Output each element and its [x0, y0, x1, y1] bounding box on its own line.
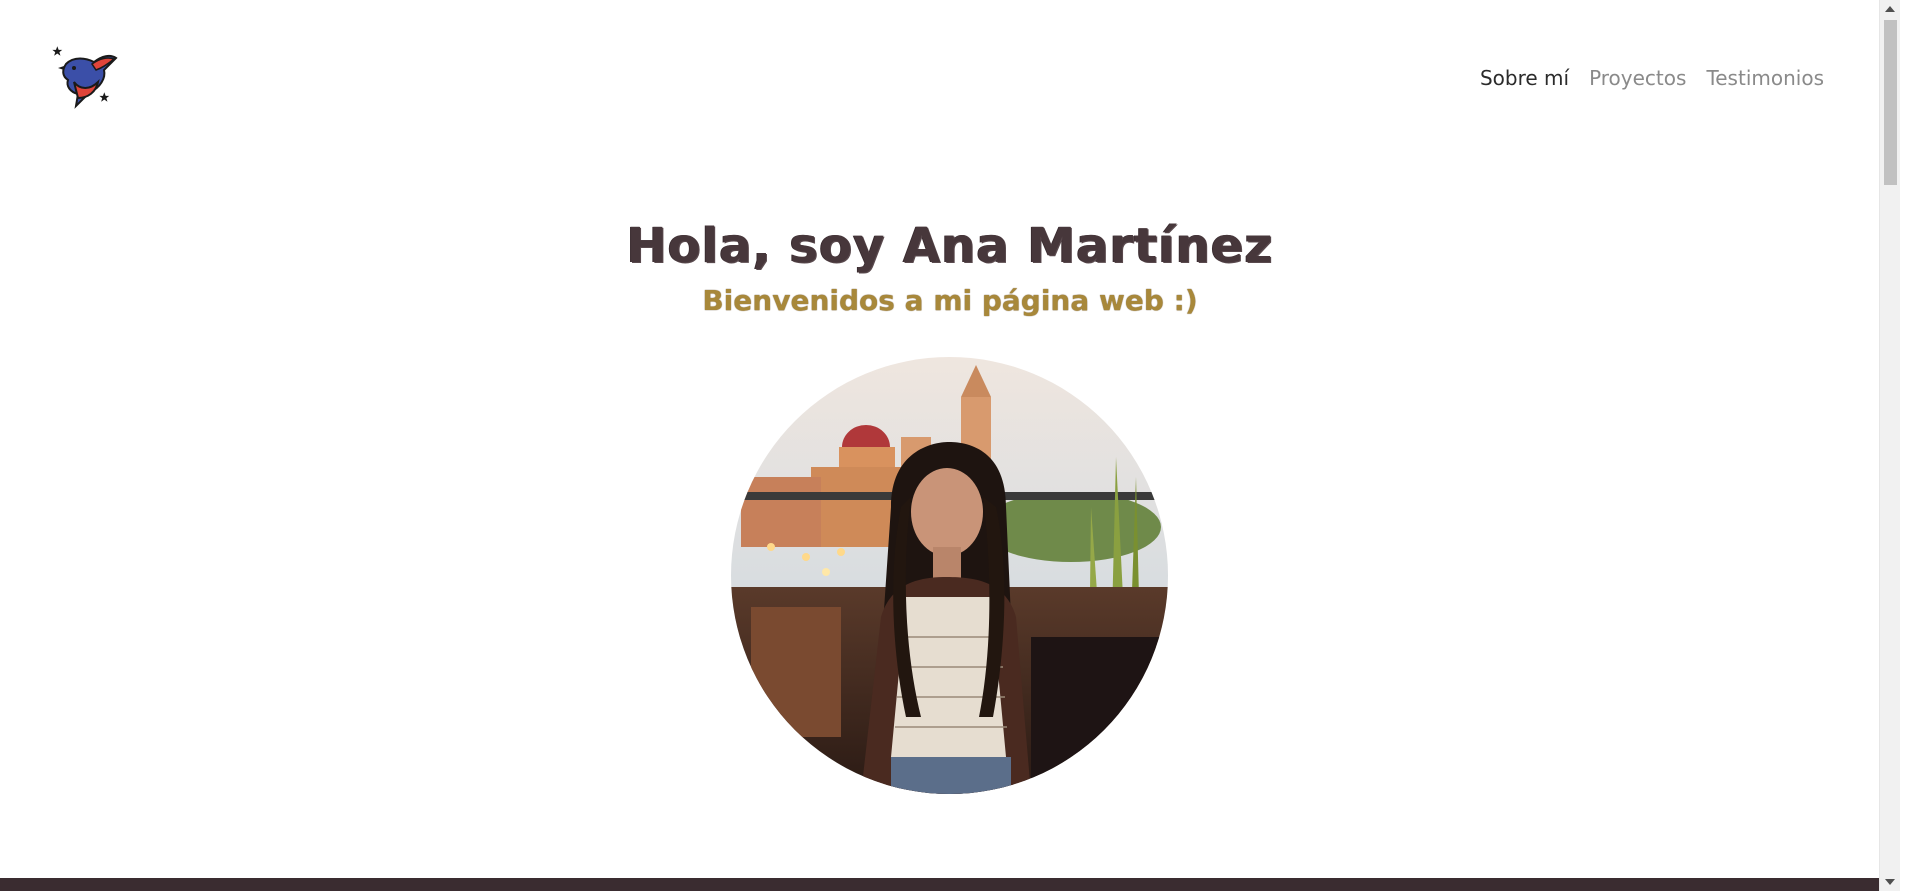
nav-links: Sobre mí Proyectos Testimonios	[1470, 62, 1834, 94]
nav-link-testimonios[interactable]: Testimonios	[1696, 62, 1834, 94]
scroll-up-arrow-icon[interactable]	[1885, 6, 1895, 12]
nav-link-proyectos[interactable]: Proyectos	[1579, 62, 1696, 94]
hero-subtitle: Bienvenidos a mi página web :)	[702, 284, 1198, 317]
scrollbar-thumb[interactable]	[1884, 20, 1897, 185]
profile-photo	[731, 357, 1168, 794]
vertical-scrollbar[interactable]	[1879, 0, 1900, 891]
page: Sobre mí Proyectos Testimonios Hola, soy…	[0, 0, 1900, 891]
nav-link-sobre-mi[interactable]: Sobre mí	[1470, 62, 1579, 94]
navbar: Sobre mí Proyectos Testimonios	[0, 0, 1900, 150]
scroll-down-arrow-icon[interactable]	[1885, 879, 1895, 885]
hero: Hola, soy Ana Martínez Bienvenidos a mi …	[0, 150, 1900, 317]
swallow-logo-icon[interactable]	[52, 42, 122, 112]
hero-title: Hola, soy Ana Martínez	[626, 218, 1274, 274]
footer-bar	[0, 878, 1900, 891]
